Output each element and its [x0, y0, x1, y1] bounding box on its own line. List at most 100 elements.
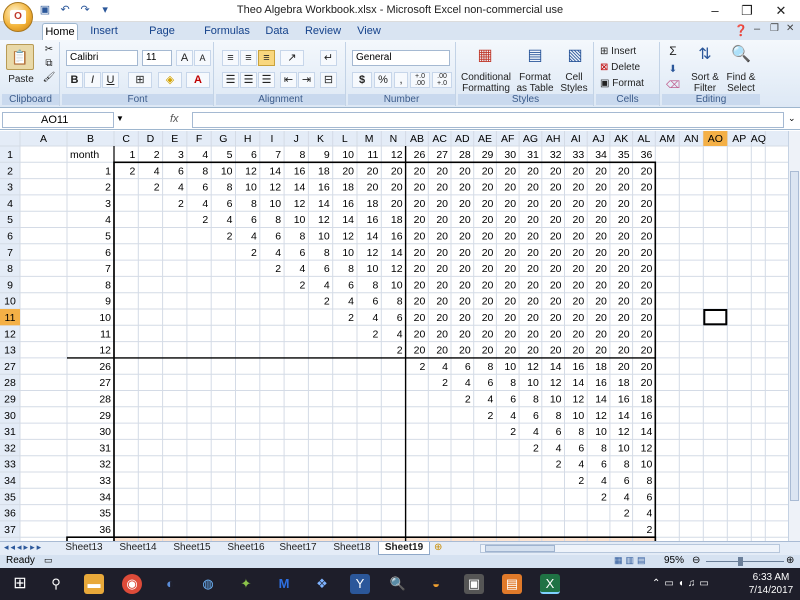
cut-icon[interactable]: ✂ [42, 44, 56, 55]
chrome-icon[interactable]: ◉ [122, 574, 142, 594]
paste-icon[interactable]: 📋 [6, 44, 34, 70]
clock-date[interactable]: 7/14/2017 [746, 585, 796, 596]
tab-review[interactable]: Review [304, 23, 342, 40]
active-cell-cursor[interactable] [703, 309, 728, 326]
percent-button[interactable]: % [374, 72, 392, 88]
office-button[interactable]: O [3, 2, 33, 32]
sheet-tab-18[interactable]: Sheet18 [326, 542, 378, 555]
decrease-decimal-button[interactable]: .00 +.0 [432, 72, 452, 88]
ribbon-close-icon[interactable]: ✕ [786, 23, 794, 34]
font-size-select[interactable]: 11 [142, 50, 172, 66]
zoom-slider-track[interactable] [706, 561, 784, 562]
malwarebytes-icon[interactable]: M [274, 574, 294, 594]
view-mode-icons[interactable]: ▦▥▤ [614, 555, 649, 566]
number-format-select[interactable]: General [352, 50, 450, 66]
sheet-tab-16[interactable]: Sheet16 [220, 542, 272, 555]
italic-button[interactable]: I [84, 72, 101, 88]
copy-icon[interactable]: ⧉ [42, 58, 56, 69]
search-icon[interactable]: ⚲ [46, 574, 66, 594]
tab-home[interactable]: Home [42, 23, 78, 40]
align-top-icon[interactable]: ≡ [222, 50, 239, 66]
help-icon[interactable]: ❓ [734, 24, 748, 37]
macro-record-icon[interactable]: ▭ [44, 555, 53, 566]
conditional-formatting-button[interactable]: Conditional Formatting [458, 72, 514, 94]
font-color-icon[interactable]: A [186, 72, 210, 88]
close-icon[interactable]: ✕ [766, 2, 796, 20]
system-tray-icons[interactable]: ⌃▭◖♫▭ [652, 578, 713, 589]
align-bottom-icon[interactable]: ≡ [258, 50, 275, 66]
save-icon[interactable]: ▣ [38, 3, 52, 17]
sort-filter-icon[interactable]: ⇅ [692, 44, 718, 66]
windows-start-icon[interactable]: ⊞ [10, 574, 30, 594]
tab-insert[interactable]: Insert [86, 23, 122, 40]
clear-icon[interactable]: ⌫ [666, 80, 680, 91]
formula-input[interactable] [192, 112, 784, 128]
align-middle-icon[interactable]: ≡ [240, 50, 257, 66]
tab-page-layout[interactable]: Page Layout [132, 23, 192, 53]
align-right-icon[interactable]: ☰ [258, 72, 275, 88]
spreadsheet-grid[interactable]: A B C D E F G H I J K L M N AB AC AD AE AF AG AH AI AJ AK AL AM AN… [0, 131, 790, 541]
format-as-table-button[interactable]: Format as Table [514, 72, 556, 94]
app-icon-5[interactable]: ◒ [426, 574, 446, 594]
qat-dropdown-icon[interactable]: ▾ [98, 3, 112, 17]
insert-function-button[interactable]: fx [170, 112, 190, 128]
font-family-select[interactable]: Calibri [66, 50, 138, 66]
insert-cells-button[interactable]: ⊞ Insert [600, 46, 656, 57]
undo-icon[interactable]: ↶ [58, 3, 72, 17]
delete-cells-button[interactable]: ⊠ Delete [600, 62, 656, 73]
sheet-tab-19[interactable]: Sheet19 [378, 542, 430, 555]
grow-font-icon[interactable]: A [176, 50, 193, 66]
expand-formula-icon[interactable]: ⌄ [788, 113, 796, 124]
minimize-icon[interactable]: – [700, 2, 730, 20]
file-explorer-icon[interactable]: ▬ [84, 574, 104, 594]
fill-icon[interactable]: ⬇ [666, 64, 680, 75]
sheet-tab-13[interactable]: Sheet13 [58, 542, 110, 555]
conditional-formatting-icon[interactable]: ▦ [472, 44, 498, 68]
sheet-nav-arrows-icon[interactable]: ◂◂◂▸▸▸ [4, 542, 43, 553]
currency-button[interactable]: $ [352, 72, 372, 88]
sheet-tab-17[interactable]: Sheet17 [272, 542, 324, 555]
zoom-slider-thumb[interactable] [738, 557, 743, 566]
horizontal-scrollbar[interactable] [480, 544, 780, 553]
merge-center-icon[interactable]: ⊟ [320, 72, 337, 88]
find-select-icon[interactable]: 🔍 [728, 44, 754, 66]
zoom-out-icon[interactable]: ⊖ [692, 555, 700, 566]
horizontal-scroll-thumb[interactable] [485, 545, 555, 552]
tab-data[interactable]: Data [262, 23, 292, 40]
cell-styles-button[interactable]: Cell Styles [556, 72, 592, 94]
find-select-button[interactable]: Find & Select [722, 72, 760, 94]
cell-styles-icon[interactable]: ▧ [562, 44, 588, 68]
ribbon-restore-icon[interactable]: ❐ [770, 23, 779, 34]
restore-icon[interactable]: ❐ [732, 2, 762, 20]
vertical-scroll-thumb[interactable] [790, 171, 799, 501]
wrap-text-icon[interactable]: ↵ [320, 50, 337, 66]
magnifier-icon[interactable]: 🔍 [388, 574, 408, 594]
redo-icon[interactable]: ↷ [78, 3, 92, 17]
increase-decimal-button[interactable]: +.0 .00 [410, 72, 430, 88]
app-icon-2[interactable]: ✦ [236, 574, 256, 594]
zoom-level[interactable]: 95% [664, 555, 684, 566]
sheet-tab-14[interactable]: Sheet14 [112, 542, 164, 555]
zoom-in-icon[interactable]: ⊕ [786, 555, 794, 566]
app-icon-1[interactable]: ◍ [198, 574, 218, 594]
fill-color-icon[interactable]: ◈ [158, 72, 182, 88]
align-left-icon[interactable]: ☰ [222, 72, 239, 88]
shrink-font-icon[interactable]: A [194, 50, 211, 66]
align-center-icon[interactable]: ☰ [240, 72, 257, 88]
vertical-scrollbar[interactable] [788, 131, 800, 541]
app-icon-6[interactable]: ▣ [464, 574, 484, 594]
firefox-icon[interactable]: ◐ [160, 574, 180, 594]
sheet-tab-15[interactable]: Sheet15 [166, 542, 218, 555]
tab-formulas[interactable]: Formulas [202, 23, 252, 40]
autosum-button[interactable]: Σ [666, 45, 680, 57]
format-as-table-icon[interactable]: ▤ [522, 44, 548, 68]
increase-indent-icon[interactable]: ⇥ [298, 72, 315, 88]
insert-sheet-icon[interactable]: ⊕ [434, 542, 442, 553]
name-box[interactable]: AO11 [2, 112, 114, 128]
comma-button[interactable]: , [394, 72, 408, 88]
decrease-indent-icon[interactable]: ⇤ [280, 72, 297, 88]
format-cells-button[interactable]: ▣ Format [600, 78, 656, 89]
tab-view[interactable]: View [354, 23, 384, 40]
app-icon-7[interactable]: ▤ [502, 574, 522, 594]
underline-button[interactable]: U [102, 72, 119, 88]
